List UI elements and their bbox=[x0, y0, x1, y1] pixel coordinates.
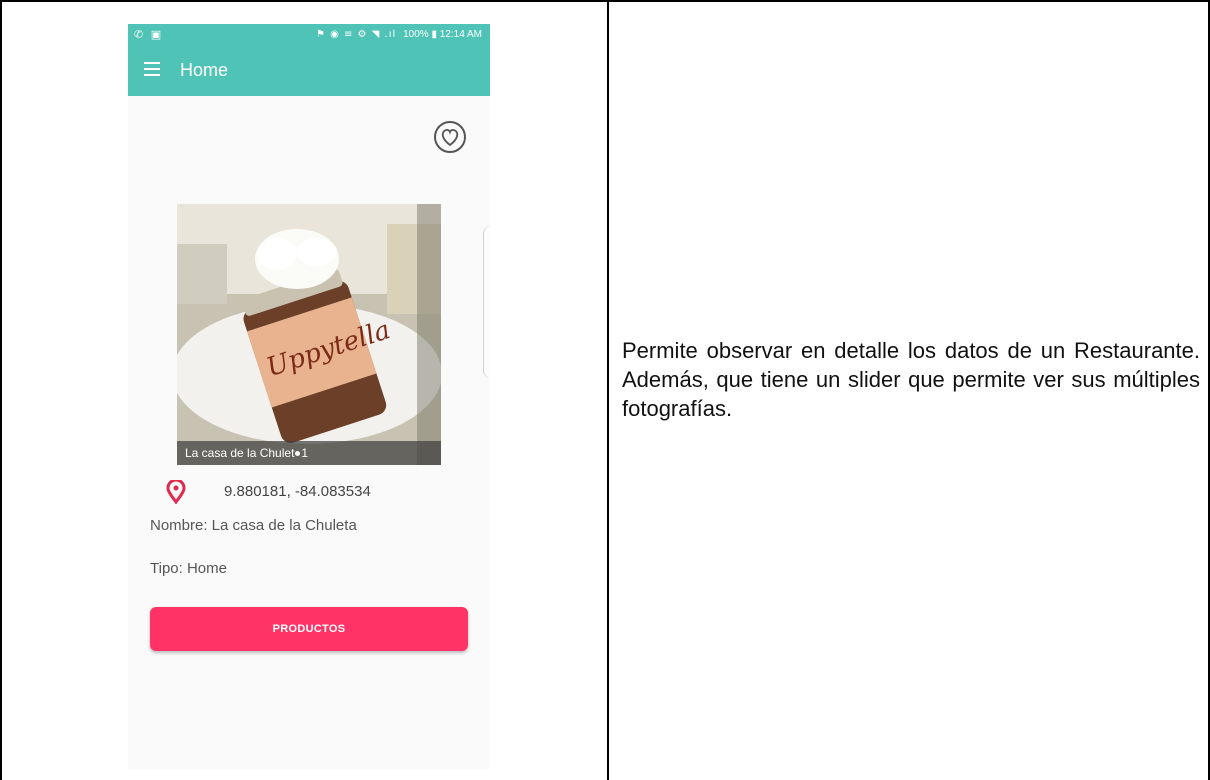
favorite-heart-icon[interactable] bbox=[433, 120, 467, 154]
table-border-left bbox=[0, 0, 2, 780]
slide-caption-text: La casa de la Chulet bbox=[185, 446, 295, 460]
hamburger-menu-icon[interactable] bbox=[144, 62, 160, 76]
restaurant-type: Tipo: Home bbox=[150, 560, 227, 577]
app-toolbar: Home bbox=[128, 46, 490, 96]
status-left-icons: ✆ ▣ bbox=[134, 28, 164, 41]
toolbar-title: Home bbox=[180, 60, 229, 80]
restaurant-name: Nombre: La casa de la Chuleta bbox=[150, 517, 357, 534]
slide-indicator-dot bbox=[295, 450, 301, 456]
phone-screenshot: ✆ ▣ ⚑ ◉ ≡ ⚙ ◥ .ıl 100% ▮ 12:14 AM Home U… bbox=[128, 24, 490, 769]
coordinates-text: 9.880181, -84.083534 bbox=[224, 483, 371, 500]
document-table: ✆ ▣ ⚑ ◉ ≡ ⚙ ◥ .ıl 100% ▮ 12:14 AM Home U… bbox=[0, 0, 1210, 780]
table-border-top bbox=[0, 0, 1210, 2]
restaurant-photo: Uppytella bbox=[177, 204, 441, 465]
slide-caption-suffix: 1 bbox=[301, 446, 309, 460]
next-slide-peek[interactable] bbox=[483, 226, 490, 378]
status-right: ⚑ ◉ ≡ ⚙ ◥ .ıl 100% ▮ 12:14 AM bbox=[316, 29, 482, 40]
table-border-middle bbox=[607, 0, 609, 780]
status-icons: ⚑ ◉ ≡ ⚙ ◥ .ıl bbox=[315, 29, 397, 40]
restaurant-photo-slider[interactable]: Uppytella La casa de la Chulet 1 bbox=[177, 204, 441, 465]
productos-button[interactable]: PRODUCTOS bbox=[150, 607, 468, 651]
status-bar: ✆ ▣ ⚑ ◉ ≡ ⚙ ◥ .ıl 100% ▮ 12:14 AM bbox=[128, 24, 490, 46]
description-text: Permite observar en detalle los datos de… bbox=[622, 338, 1200, 421]
location-pin-icon bbox=[166, 480, 186, 504]
battery-level: 100% bbox=[403, 29, 429, 40]
clock: 12:14 AM bbox=[439, 29, 482, 40]
slide-caption: La casa de la Chulet 1 bbox=[177, 441, 441, 465]
battery-icon: ▮ bbox=[431, 29, 437, 40]
